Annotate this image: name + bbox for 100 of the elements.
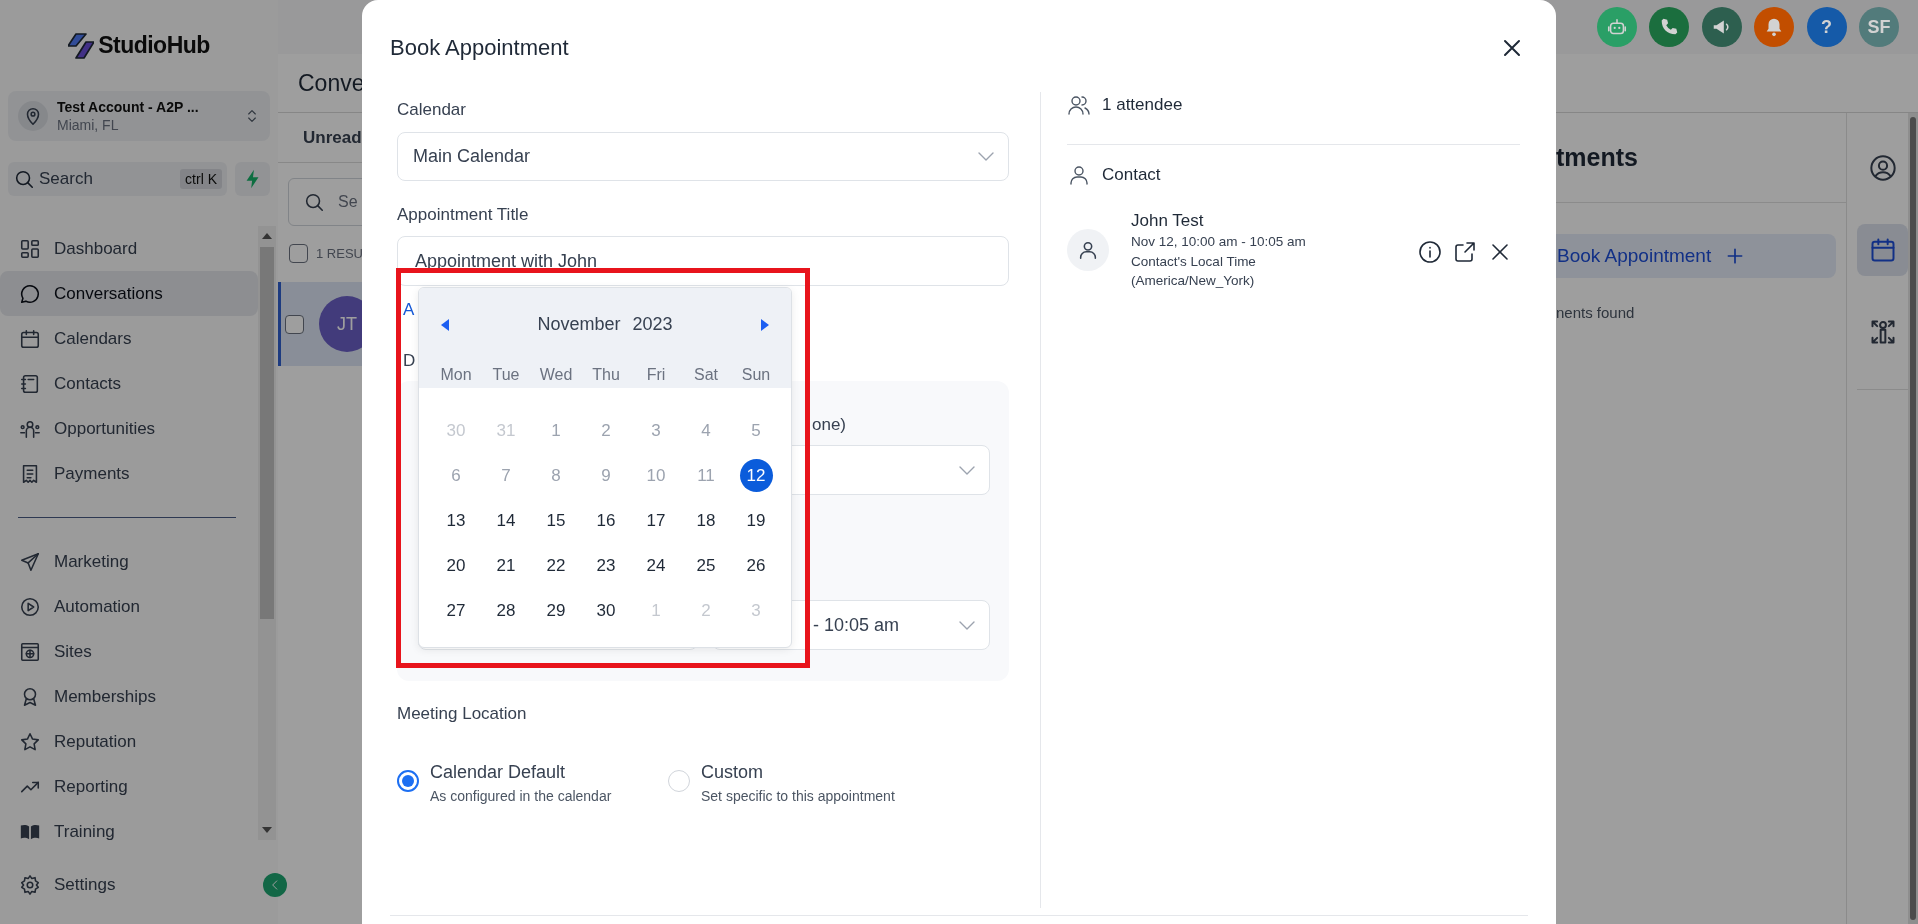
browser-window-icon xyxy=(19,640,41,663)
calendar-day: 4 xyxy=(689,414,723,447)
sidebar-item[interactable]: Dashboard xyxy=(0,226,258,271)
calendar-day: 8 xyxy=(539,459,573,492)
sidebar-item[interactable]: Training xyxy=(0,809,258,840)
calendar-day: 30 xyxy=(439,414,473,447)
calendar-day: 2 xyxy=(589,414,623,447)
timezone-name: (America/New_York) xyxy=(1131,272,1256,290)
header-button[interactable] xyxy=(1754,7,1795,47)
account-switcher[interactable]: Test Account - A2P ... Miami, FL xyxy=(8,91,270,141)
info-icon xyxy=(1418,240,1442,264)
sidebar-item[interactable]: Sites xyxy=(0,629,258,674)
sidebar-item[interactable]: Reputation xyxy=(0,719,258,764)
result-count: 1 RESU xyxy=(316,245,363,261)
section-title: Contact xyxy=(1102,165,1161,185)
sidebar-item[interactable]: Conversations xyxy=(0,271,258,316)
scrollbar[interactable] xyxy=(258,226,276,840)
header-button[interactable] xyxy=(1701,7,1742,47)
person-icon xyxy=(1077,239,1099,262)
sidebar-item[interactable]: Calendars xyxy=(0,316,258,361)
calendar-select[interactable]: Main Calendar xyxy=(397,132,1009,181)
quick-action-button[interactable] xyxy=(235,162,270,196)
calendar-day[interactable]: 18 xyxy=(689,504,723,537)
calendar-day[interactable]: 12 xyxy=(739,459,773,492)
weekday-label: Wed xyxy=(538,365,574,384)
notebook-icon xyxy=(19,372,41,395)
calendar-day[interactable]: 26 xyxy=(739,549,773,582)
weekday-label: Mon xyxy=(439,365,473,384)
sidebar-item[interactable]: Payments xyxy=(0,451,258,496)
option-label[interactable]: Custom xyxy=(701,760,895,784)
calendar-day: 1 xyxy=(539,414,573,447)
checkbox[interactable] xyxy=(289,243,308,263)
chat-bubble-icon xyxy=(19,282,41,305)
tab[interactable]: Unread xyxy=(303,127,362,148)
calendar-day[interactable]: 27 xyxy=(439,594,473,627)
calendar-day[interactable]: 19 xyxy=(739,504,773,537)
link[interactable]: A xyxy=(403,300,415,320)
scrollbar[interactable] xyxy=(1908,113,1918,924)
open-button[interactable] xyxy=(1453,240,1477,264)
calendar-day[interactable]: 16 xyxy=(589,504,623,537)
calendar-day[interactable]: 29 xyxy=(539,594,573,627)
option-label[interactable]: Calendar Default xyxy=(430,760,612,784)
month-label[interactable]: November xyxy=(537,314,621,335)
next-month-button[interactable] xyxy=(759,317,771,332)
location-pin-icon xyxy=(18,101,48,131)
timezone-note: Contact's Local Time xyxy=(1131,252,1257,271)
field-label: one) xyxy=(812,415,847,435)
calendar-day[interactable]: 25 xyxy=(689,549,723,582)
previous-month-button[interactable] xyxy=(439,317,451,332)
option-description: Set specific to this appointment xyxy=(701,787,895,806)
field-label: Appointment Title xyxy=(397,205,530,225)
grid-icon xyxy=(19,237,41,260)
weekday-label: Sat xyxy=(693,365,719,384)
scroll-up-icon[interactable] xyxy=(262,232,272,240)
calendar-day[interactable]: 14 xyxy=(489,504,523,537)
calendar-day[interactable]: 17 xyxy=(639,504,673,537)
caret-right-icon xyxy=(761,318,769,331)
info-button[interactable] xyxy=(1418,240,1442,264)
search-icon xyxy=(303,191,325,213)
calendar-day[interactable]: 13 xyxy=(439,504,473,537)
sidebar-item[interactable]: Opportunities xyxy=(0,406,258,451)
empty-message: nents found xyxy=(1556,304,1636,321)
paper-plane-icon xyxy=(19,550,41,573)
attendee-count: 1 attendee xyxy=(1102,95,1183,115)
title-input[interactable]: Appointment with John xyxy=(397,236,1009,286)
help-button[interactable]: ? xyxy=(1806,7,1847,47)
calendar-day: 11 xyxy=(689,459,723,492)
chevron-down-icon xyxy=(959,465,975,475)
option-description: As configured in the calendar xyxy=(430,787,612,806)
header-button[interactable] xyxy=(1597,7,1638,47)
calendar-day[interactable]: 23 xyxy=(589,549,623,582)
calendar-day[interactable]: 20 xyxy=(439,549,473,582)
shortcut-hint: ctrl K xyxy=(180,169,222,189)
appointment-time: Nov 12, 10:00 am - 10:05 am xyxy=(1131,233,1306,251)
external-link-icon xyxy=(1453,240,1477,264)
field-label: Calendar xyxy=(397,100,467,120)
radio-button[interactable] xyxy=(397,770,419,792)
year-label[interactable]: 2023 xyxy=(632,314,673,335)
sidebar-item[interactable]: Contacts xyxy=(0,361,258,406)
expand-person-icon xyxy=(1868,318,1897,346)
calendar-day[interactable]: 21 xyxy=(489,549,523,582)
person-icon xyxy=(1067,163,1091,187)
book-appointment-button[interactable]: Book Appointment xyxy=(1556,234,1836,278)
calendar-day[interactable]: 15 xyxy=(539,504,573,537)
rail-button[interactable] xyxy=(1857,224,1908,276)
sidebar-item[interactable]: Automation xyxy=(0,584,258,629)
settings-icon xyxy=(19,873,41,896)
people-icon xyxy=(1067,93,1091,117)
sidebar-item[interactable]: Memberships xyxy=(0,674,258,719)
sidebar-item[interactable]: Reporting xyxy=(0,764,258,809)
calendar-day[interactable]: 24 xyxy=(639,549,673,582)
sidebar-item[interactable]: Marketing xyxy=(0,539,258,584)
calendar-day[interactable]: 30 xyxy=(589,594,623,627)
calendar-day[interactable]: 22 xyxy=(539,549,573,582)
calendar-day[interactable]: 28 xyxy=(489,594,523,627)
search-icon xyxy=(13,168,35,190)
logo-text: StudioHub xyxy=(98,32,210,59)
checkbox[interactable] xyxy=(285,314,304,334)
header-button[interactable] xyxy=(1649,7,1690,47)
scroll-down-icon[interactable] xyxy=(262,826,272,834)
